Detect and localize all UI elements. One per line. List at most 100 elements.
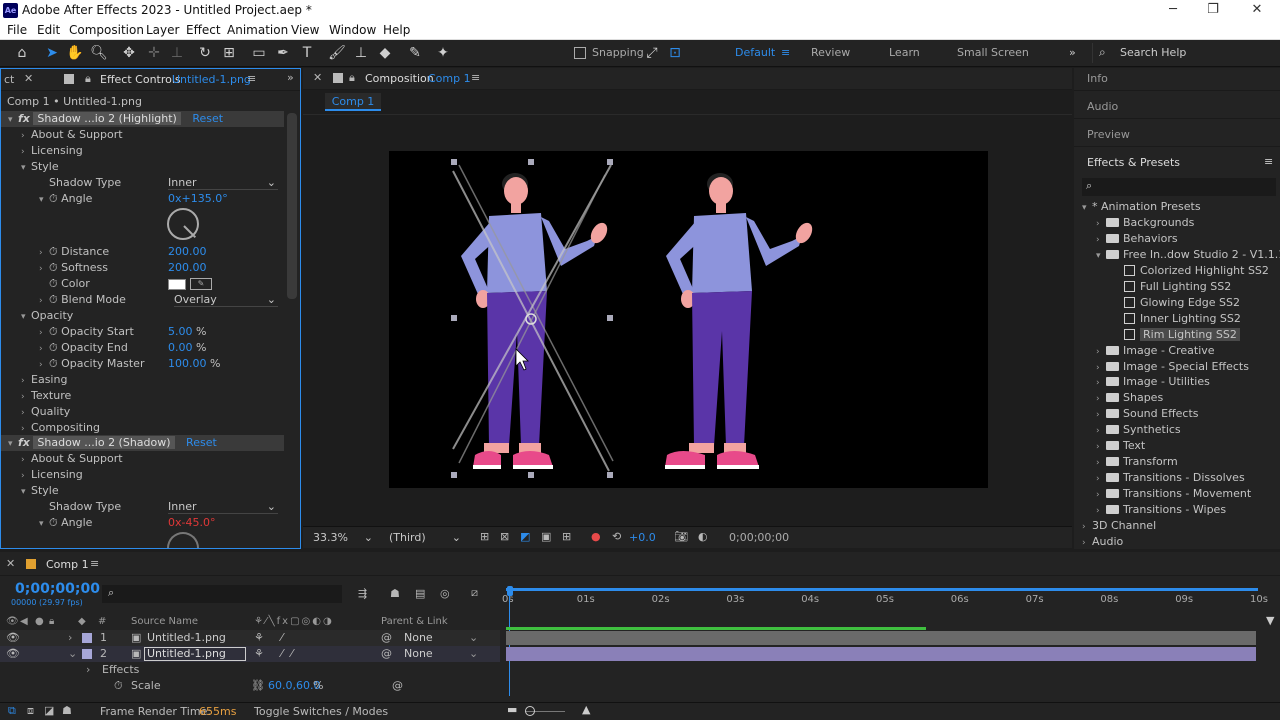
col-source-name[interactable]: Source Name xyxy=(131,614,198,630)
rectangle-tool-icon[interactable]: ▭ xyxy=(250,44,268,62)
effect1-opacity[interactable]: ▾ Opacity xyxy=(21,308,73,324)
stopwatch-icon[interactable]: ⏱︎ xyxy=(114,678,123,694)
effect2-reset[interactable]: Reset xyxy=(186,436,217,449)
preview-panel-tab[interactable]: Preview xyxy=(1087,128,1130,141)
effects-menu-icon[interactable]: ≡ xyxy=(1264,155,1273,168)
menu-edit[interactable]: Edit xyxy=(37,23,60,37)
angle-value[interactable]: 0x+135.0° xyxy=(168,191,228,207)
stopwatch-icon[interactable]: ⏱︎ xyxy=(49,325,58,338)
frame-blending-icon[interactable]: ▤ xyxy=(415,587,425,600)
stopwatch-icon[interactable]: ⏱︎ xyxy=(49,192,58,205)
effects-tree-item[interactable]: › Text xyxy=(1096,438,1145,454)
close-comp-tab-icon[interactable]: ✕ xyxy=(313,71,322,84)
effects-search-input[interactable]: ⌕ xyxy=(1082,178,1276,196)
effects-tree-item[interactable]: ▾ * Animation Presets xyxy=(1082,199,1201,215)
menu-animation[interactable]: Animation xyxy=(227,23,288,37)
effect1-reset[interactable]: Reset xyxy=(192,112,223,125)
eraser-tool-icon[interactable]: ◆ xyxy=(376,44,394,62)
orbit-tool-icon[interactable]: ✥ xyxy=(120,44,138,62)
effect2-licensing[interactable]: › Licensing xyxy=(21,467,83,483)
effects-tree-item[interactable]: › Image - Creative xyxy=(1096,343,1215,359)
effects-tree-item[interactable]: ▾ Free In..dow Studio 2 - V1.1.1 xyxy=(1096,247,1280,263)
search-help[interactable]: ⌕ Search Help xyxy=(1092,43,1278,63)
effects-tree-item[interactable]: › 3D Channel xyxy=(1082,518,1156,534)
pan-tool-icon[interactable]: ✛ xyxy=(145,44,163,62)
effects-tree-item[interactable]: › Image - Special Effects xyxy=(1096,359,1249,375)
effect1-about[interactable]: › About & Support xyxy=(21,127,123,143)
scrollbar-thumb[interactable] xyxy=(287,113,297,299)
menu-file[interactable]: File xyxy=(7,23,27,37)
comp-flowchart-icon[interactable]: ⇶ xyxy=(358,587,367,600)
workspace-default[interactable]: Default xyxy=(735,46,775,59)
chevron-right-icon[interactable]: › xyxy=(1096,487,1106,503)
clone-stamp-icon[interactable]: ⊥ xyxy=(352,44,370,62)
workspace-review[interactable]: Review xyxy=(811,46,850,59)
effects-presets-tab[interactable]: Effects & Presets xyxy=(1087,156,1180,169)
type-tool-icon[interactable]: T xyxy=(298,44,316,62)
effect1-style[interactable]: ▾ Style xyxy=(21,159,59,175)
exposure-reset-icon[interactable]: ⟲ xyxy=(612,530,621,543)
zoom-tool-icon[interactable]: 🔍︎ xyxy=(90,44,108,62)
effects-tree-item[interactable]: › Shapes xyxy=(1096,390,1163,406)
chevron-right-icon[interactable]: › xyxy=(1096,439,1106,455)
solo-switch-icon[interactable]: ● xyxy=(35,614,44,630)
constrain-link-icon[interactable]: ⛓︎ xyxy=(251,678,265,694)
chevron-right-icon[interactable]: › xyxy=(1096,216,1106,232)
stopwatch-icon[interactable]: ⏱︎ xyxy=(49,357,58,370)
chevron-right-icon[interactable]: › xyxy=(1096,344,1106,360)
composition-tab[interactable]: Composition xyxy=(365,72,434,85)
effect1-quality[interactable]: › Quality xyxy=(21,404,70,420)
effect2-style[interactable]: ▾ Style xyxy=(21,483,59,499)
close-tab-icon[interactable]: ✕ xyxy=(24,72,33,85)
expand-icon[interactable]: › xyxy=(68,630,72,646)
effect2-shadow-type-dropdown[interactable]: Inner ⌄ xyxy=(168,500,278,514)
pickwhip-icon[interactable]: @ xyxy=(381,646,392,662)
comp-timecode[interactable]: 0;00;00;00 xyxy=(729,531,789,544)
pen-tool-icon[interactable]: ✒ xyxy=(274,44,292,62)
expand-panels-icon[interactable]: » xyxy=(287,71,294,84)
home-icon[interactable]: ⌂ xyxy=(13,44,31,62)
chevron-right-icon[interactable]: › xyxy=(1096,375,1106,391)
fx-icon[interactable]: fx xyxy=(18,436,30,449)
menu-composition[interactable]: Composition xyxy=(69,23,144,37)
stopwatch-icon[interactable]: ⏱︎ xyxy=(49,516,58,529)
video-switch-icon[interactable]: 👁︎ xyxy=(6,614,19,630)
effects-tree-item[interactable]: › Transform xyxy=(1096,454,1178,470)
effects-tree-item[interactable]: › Synthetics xyxy=(1096,422,1181,438)
chevron-down-icon[interactable]: ▾ xyxy=(1082,200,1092,216)
layer-name[interactable]: Untitled-1.png xyxy=(147,630,226,646)
grid-icon[interactable]: ⊞ xyxy=(562,530,571,543)
chevron-right-icon[interactable]: › xyxy=(1096,360,1106,376)
layer-switches-toggle-icon[interactable]: ⧉ xyxy=(8,704,16,718)
effects-group-row[interactable]: › Effects xyxy=(0,662,1280,678)
label-color-swatch[interactable] xyxy=(82,633,92,643)
snap-icon[interactable]: ⤢ xyxy=(643,44,661,62)
dolly-tool-icon[interactable]: ⊥ xyxy=(168,44,186,62)
effect2-angle-value[interactable]: 0x-45.0° xyxy=(168,515,215,531)
chevron-right-icon[interactable]: › xyxy=(1096,455,1106,471)
render-time-toggle-icon[interactable]: ☗ xyxy=(62,704,72,717)
effects-tree-item[interactable]: › Transitions - Wipes xyxy=(1096,502,1226,518)
comp-panel-menu-icon[interactable]: ≡ xyxy=(471,71,480,84)
snap-grid-icon[interactable]: ⊡ xyxy=(666,44,684,62)
parent-dropdown[interactable]: None xyxy=(404,630,433,646)
effects-tree-item[interactable]: › Transitions - Movement xyxy=(1096,486,1251,502)
visibility-icon[interactable]: 👁︎ xyxy=(6,646,20,662)
composition-tab-name[interactable]: Comp 1 xyxy=(428,72,471,85)
label-color-swatch[interactable] xyxy=(82,649,92,659)
snapshot-icon[interactable]: 📷︎ xyxy=(674,530,688,543)
minimize-icon[interactable]: ─ xyxy=(1163,2,1183,17)
parent-dropdown[interactable]: None xyxy=(404,646,433,662)
menu-window[interactable]: Window xyxy=(329,23,376,37)
layer-bar-2[interactable] xyxy=(506,647,1256,661)
stopwatch-icon[interactable]: ⏱︎ xyxy=(49,293,58,306)
exposure-value[interactable]: +0.0 xyxy=(629,531,656,544)
effects-tree-item[interactable]: › Sound Effects xyxy=(1096,406,1199,422)
angle-dial[interactable] xyxy=(167,208,199,240)
quality-switch-icon[interactable]: ⁄ xyxy=(281,646,283,662)
effects-tree-item[interactable]: Colorized Highlight SS2 xyxy=(1124,263,1269,279)
composition-canvas[interactable] xyxy=(389,151,988,488)
zoom-dropdown[interactable]: 33.3% ⌄ xyxy=(313,531,373,545)
effect2-header[interactable]: ▾ fx Shadow ...io 2 (Shadow) Reset xyxy=(1,435,284,451)
opacity-start-value[interactable]: 5.00 % xyxy=(168,324,206,340)
